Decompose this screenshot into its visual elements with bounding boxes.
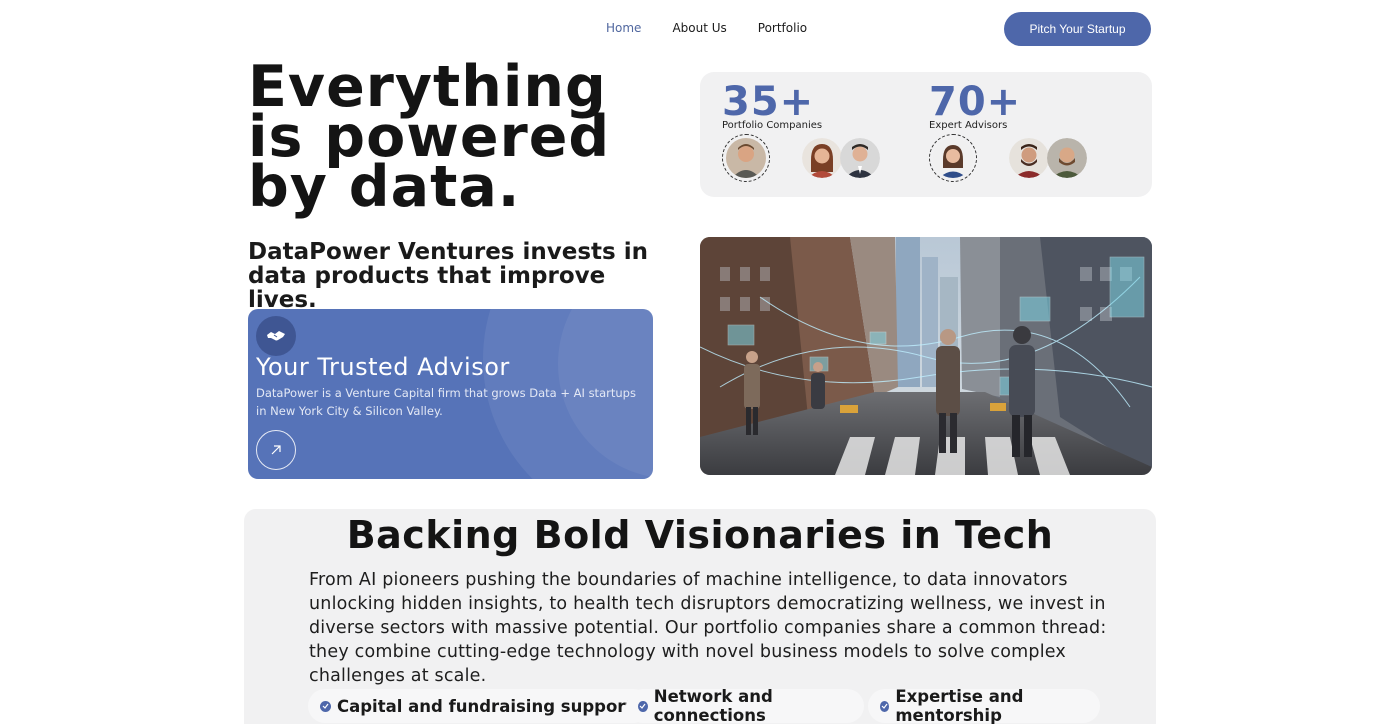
hero-title: Everything is powered by data. bbox=[248, 54, 611, 220]
avatar-group bbox=[722, 134, 880, 184]
avatar[interactable] bbox=[840, 138, 880, 178]
hero-subtitle: DataPower Ventures invests in data produ… bbox=[248, 239, 648, 313]
advisor-description: DataPower is a Venture Capital firm that… bbox=[256, 386, 636, 418]
avatar[interactable] bbox=[1009, 138, 1049, 178]
stats-card: 35+ Portfolio Companies 70+ Expert Advis… bbox=[700, 72, 1152, 197]
benefit-pill-expertise: Expertise and mentorship bbox=[868, 687, 1100, 724]
stat-expert-advisors: 70+ Expert Advisors bbox=[929, 72, 1087, 184]
avatar[interactable] bbox=[802, 138, 842, 178]
top-nav: Home About Us Portfolio Pitch Your Start… bbox=[0, 0, 1400, 56]
avatar-group bbox=[929, 134, 1087, 184]
stat-portfolio-companies: 35+ Portfolio Companies bbox=[722, 72, 880, 184]
handshake-icon bbox=[256, 316, 296, 356]
nav-links: Home About Us Portfolio bbox=[606, 20, 838, 36]
pill-label: Expertise and mentorship bbox=[895, 687, 1024, 724]
nav-link-portfolio[interactable]: Portfolio bbox=[758, 20, 807, 36]
nav-link-home[interactable]: Home bbox=[606, 20, 641, 36]
section-title: Backing Bold Visionaries in Tech bbox=[346, 513, 1054, 557]
avatar[interactable] bbox=[1047, 138, 1087, 178]
stat-number: 35+ bbox=[722, 79, 815, 125]
nav-link-about[interactable]: About Us bbox=[672, 20, 726, 36]
avatar[interactable] bbox=[722, 134, 770, 182]
trusted-advisor-card[interactable]: Your Trusted Advisor DataPower is a Vent… bbox=[248, 309, 653, 479]
check-icon bbox=[320, 700, 331, 712]
stat-label: Portfolio Companies bbox=[722, 120, 823, 131]
advisor-title: Your Trusted Advisor bbox=[256, 353, 510, 381]
check-icon bbox=[638, 700, 648, 712]
stat-number: 70+ bbox=[929, 79, 1022, 125]
pill-label: Capital and fundraising support bbox=[337, 696, 634, 716]
backing-visionaries-section: Backing Bold Visionaries in Tech From AI… bbox=[244, 509, 1156, 724]
benefit-pills: Capital and fundraising support Network … bbox=[308, 687, 1108, 724]
pitch-startup-button[interactable]: Pitch Your Startup bbox=[1004, 12, 1151, 46]
arrow-up-right-icon[interactable] bbox=[256, 430, 296, 470]
pill-label: Network and connections bbox=[653, 687, 773, 724]
city-data-image bbox=[700, 237, 1152, 475]
benefit-pill-network: Network and connections bbox=[626, 687, 864, 724]
section-body: From AI pioneers pushing the boundaries … bbox=[309, 570, 1107, 686]
avatar[interactable] bbox=[929, 134, 977, 182]
check-icon bbox=[880, 700, 890, 712]
benefit-pill-capital: Capital and fundraising support bbox=[308, 689, 650, 723]
